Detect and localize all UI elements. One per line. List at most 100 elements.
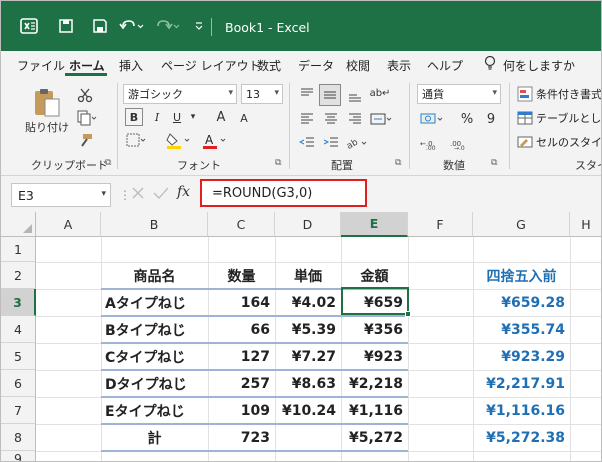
column-header-h[interactable]: H — [570, 212, 601, 237]
bold-button[interactable]: B — [125, 108, 143, 126]
cell-d2[interactable]: 単価 — [275, 262, 341, 289]
cell-d5[interactable]: ¥7.27 — [275, 343, 341, 370]
underline-button[interactable]: U — [169, 108, 185, 126]
column-header-c[interactable]: C — [208, 212, 275, 237]
merge-center-icon[interactable] — [369, 109, 393, 129]
italic-button[interactable]: I — [149, 108, 165, 126]
number-launcher-icon[interactable]: ⧉ — [491, 158, 497, 168]
tab-help[interactable]: ヘルプ — [427, 57, 463, 74]
font-launcher-icon[interactable]: ⧉ — [275, 158, 281, 168]
customize-qat-icon[interactable] — [191, 15, 207, 37]
wrap-text-icon[interactable]: ab↵ — [369, 83, 391, 105]
cell-g7[interactable]: ¥1,116.16 — [473, 397, 570, 424]
fill-handle[interactable] — [405, 311, 411, 317]
autosave-icon[interactable] — [55, 15, 77, 37]
percent-style-button[interactable]: % — [459, 109, 475, 129]
font-color-icon[interactable]: A — [201, 131, 229, 151]
tab-home[interactable]: ホーム — [69, 57, 105, 74]
copy-icon[interactable] — [75, 108, 99, 128]
borders-icon[interactable] — [125, 131, 149, 149]
cell-g8[interactable]: ¥5,272.38 — [473, 424, 570, 451]
cell-e4[interactable]: ¥356 — [341, 316, 408, 343]
tab-review[interactable]: 校閲 — [346, 57, 370, 74]
cell-c7[interactable]: 109 — [208, 397, 275, 424]
cell-b2[interactable]: 商品名 — [101, 262, 208, 289]
tab-view[interactable]: 表示 — [387, 57, 411, 74]
font-grow-button[interactable]: A — [213, 108, 229, 126]
cut-icon[interactable] — [75, 85, 95, 105]
cell-e8[interactable]: ¥5,272 — [341, 424, 408, 451]
align-middle-icon[interactable] — [319, 84, 341, 106]
lightbulb-icon[interactable] — [483, 55, 497, 74]
align-top-icon[interactable] — [297, 85, 317, 105]
cell-e2[interactable]: 金額 — [341, 262, 408, 289]
tab-page-layout[interactable]: ページ レイアウト — [161, 57, 261, 74]
column-header-f[interactable]: F — [408, 212, 473, 237]
format-painter-icon[interactable] — [75, 131, 95, 151]
row-header-8[interactable]: 8 — [1, 424, 36, 451]
tab-insert[interactable]: 挿入 — [119, 57, 143, 74]
cell-e7[interactable]: ¥1,116 — [341, 397, 408, 424]
cell-d7[interactable]: ¥10.24 — [275, 397, 341, 424]
chevron-down-icon[interactable]: ▾ — [187, 108, 199, 126]
cell-c2[interactable]: 数量 — [208, 262, 275, 289]
format-as-table-button[interactable]: テーブルとして — [517, 110, 601, 126]
conditional-formatting-button[interactable]: 条件付き書式 — [517, 86, 601, 102]
tab-data[interactable]: データ — [298, 57, 334, 74]
row-header-9[interactable]: 9 — [1, 451, 36, 461]
cell-g4[interactable]: ¥355.74 — [473, 316, 570, 343]
font-size-select[interactable]: 13 ▾ — [241, 84, 283, 104]
font-shrink-button[interactable]: A — [237, 110, 251, 126]
column-header-e[interactable]: E — [341, 212, 408, 237]
enter-check-icon[interactable] — [153, 186, 171, 202]
tab-formulas[interactable]: 数式 — [257, 57, 281, 74]
cell-e6[interactable]: ¥2,218 — [341, 370, 408, 397]
column-header-g[interactable]: G — [473, 212, 570, 237]
cancel-icon[interactable] — [131, 186, 149, 202]
increase-indent-icon[interactable] — [321, 133, 341, 153]
cell-b8[interactable]: 計 — [101, 424, 208, 451]
insert-function-icon[interactable]: fx — [177, 184, 190, 200]
undo-icon[interactable] — [117, 15, 147, 37]
cell-b3[interactable]: Aタイプねじ — [101, 289, 208, 316]
alignment-launcher-icon[interactable]: ⧉ — [395, 158, 401, 168]
column-header-d[interactable]: D — [275, 212, 341, 237]
comma-style-button[interactable]: 9 — [483, 109, 499, 129]
fill-color-icon[interactable] — [165, 131, 193, 151]
increase-decimal-icon[interactable]: ←.0.00 — [419, 133, 443, 153]
cell-c4[interactable]: 66 — [208, 316, 275, 343]
cell-b6[interactable]: Dタイプねじ — [101, 370, 208, 397]
cell-b4[interactable]: Bタイプねじ — [101, 316, 208, 343]
cell-g3[interactable]: ¥659.28 — [473, 289, 570, 316]
tell-me-search[interactable]: 何をしますか — [503, 57, 575, 74]
row-header-2[interactable]: 2 — [1, 262, 36, 289]
cell-g2[interactable]: 四捨五入前 — [473, 262, 570, 289]
row-header-1[interactable]: 1 — [1, 237, 36, 262]
row-header-7[interactable]: 7 — [1, 397, 36, 424]
save-icon[interactable] — [89, 15, 111, 37]
cell-b5[interactable]: Cタイプねじ — [101, 343, 208, 370]
row-header-5[interactable]: 5 — [1, 343, 36, 370]
clipboard-launcher-icon[interactable]: ⧉ — [105, 158, 111, 168]
cell-d3[interactable]: ¥4.02 — [275, 289, 341, 316]
cell-b7[interactable]: Eタイプねじ — [101, 397, 208, 424]
row-header-4[interactable]: 4 — [1, 316, 36, 343]
cell-e5[interactable]: ¥923 — [341, 343, 408, 370]
cell-d4[interactable]: ¥5.39 — [275, 316, 341, 343]
cell-d6[interactable]: ¥8.63 — [275, 370, 341, 397]
paste-button[interactable]: 貼り付け — [23, 119, 71, 135]
cell-c5[interactable]: 127 — [208, 343, 275, 370]
cell-g6[interactable]: ¥2,217.91 — [473, 370, 570, 397]
select-all-button[interactable] — [1, 212, 36, 237]
redo-icon[interactable] — [153, 15, 183, 37]
decrease-indent-icon[interactable] — [297, 133, 317, 153]
align-right-icon[interactable] — [345, 109, 365, 129]
orientation-icon[interactable]: ab — [345, 133, 369, 153]
align-bottom-icon[interactable] — [345, 85, 365, 105]
tab-file[interactable]: ファイル — [17, 57, 65, 74]
name-box[interactable]: E3 ▾ — [11, 183, 111, 207]
column-header-b[interactable]: B — [101, 212, 208, 237]
align-center-icon[interactable] — [321, 109, 341, 129]
paste-icon[interactable] — [29, 85, 65, 121]
row-header-3[interactable]: 3 — [1, 289, 36, 316]
